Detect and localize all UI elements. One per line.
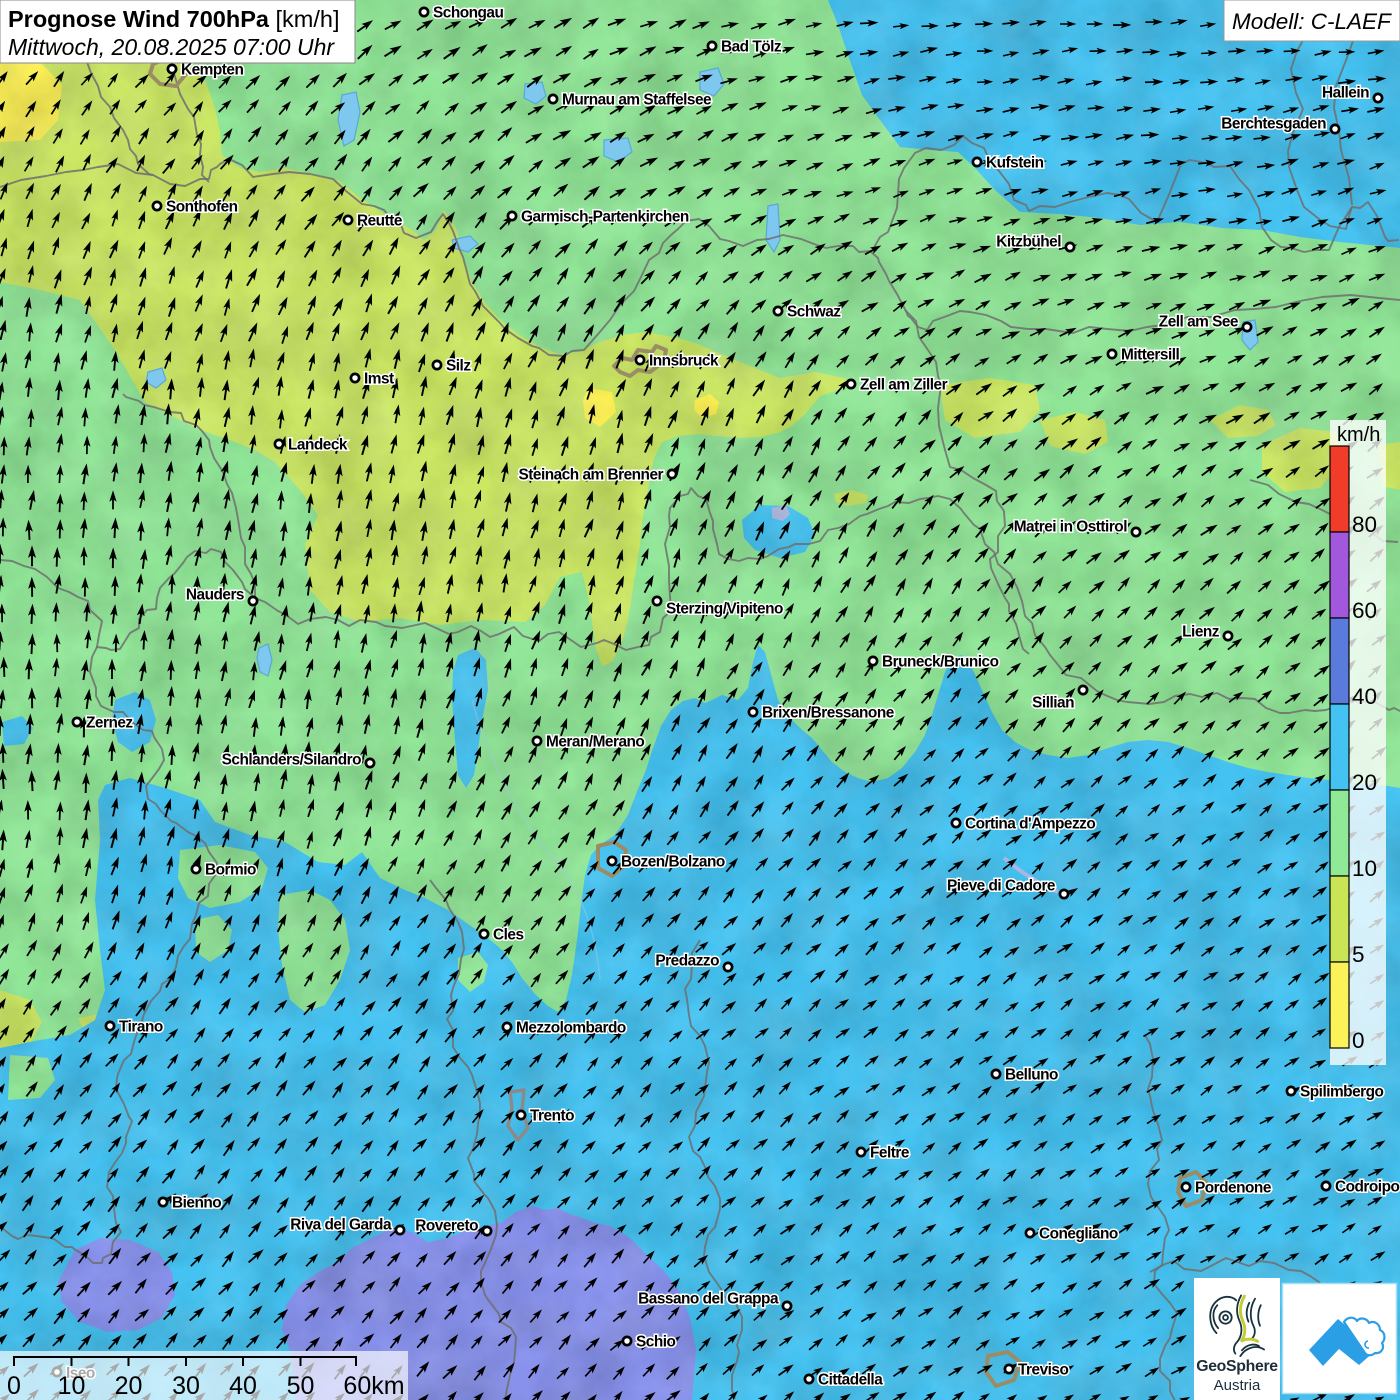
svg-text:Sonthofen: Sonthofen	[166, 199, 238, 216]
svg-text:Schwaz: Schwaz	[787, 304, 841, 321]
svg-text:Brixen/Bressanone: Brixen/Bressanone	[762, 705, 895, 722]
svg-text:Feltre: Feltre	[870, 1145, 910, 1162]
svg-text:Hallein: Hallein	[1322, 85, 1369, 102]
svg-text:Bormio: Bormio	[205, 862, 256, 879]
svg-text:Bienno: Bienno	[172, 1195, 221, 1212]
svg-text:Riva del Garda: Riva del Garda	[290, 1217, 392, 1234]
svg-text:Pieve di Cadore: Pieve di Cadore	[947, 878, 1056, 895]
svg-text:Bruneck/Brunico: Bruneck/Brunico	[882, 654, 999, 671]
svg-text:Schlanders/Silandro: Schlanders/Silandro	[222, 752, 361, 769]
svg-text:Berchtesgaden: Berchtesgaden	[1221, 116, 1326, 133]
svg-text:50: 50	[287, 1372, 315, 1400]
svg-text:Sillian: Sillian	[1032, 695, 1074, 712]
svg-text:Sterzing/Vipiteno: Sterzing/Vipiteno	[666, 601, 783, 618]
svg-text:Cles: Cles	[493, 927, 524, 944]
svg-text:80: 80	[1352, 512, 1377, 537]
svg-text:Mittersill: Mittersill	[1121, 347, 1180, 364]
svg-text:Landeck: Landeck	[288, 437, 348, 454]
svg-text:Kitzbühel: Kitzbühel	[996, 234, 1061, 251]
svg-text:Tirano: Tirano	[119, 1019, 163, 1036]
svg-text:Imst: Imst	[364, 371, 394, 388]
svg-text:20: 20	[1352, 770, 1377, 795]
svg-text:30: 30	[172, 1372, 200, 1400]
svg-text:Matrei in Osttirol: Matrei in Osttirol	[1014, 519, 1128, 536]
svg-text:Rovereto: Rovereto	[415, 1218, 478, 1235]
svg-text:Reutte: Reutte	[357, 213, 403, 230]
svg-text:Silz: Silz	[446, 358, 471, 375]
svg-text:20: 20	[115, 1372, 143, 1400]
svg-text:40: 40	[229, 1372, 257, 1400]
svg-text:0: 0	[1352, 1028, 1365, 1053]
svg-text:Schio: Schio	[636, 1334, 676, 1351]
svg-text:km/h: km/h	[1337, 424, 1380, 446]
svg-text:Garmisch-Partenkirchen: Garmisch-Partenkirchen	[521, 209, 689, 226]
svg-text:60: 60	[1352, 598, 1377, 623]
svg-text:Mezzolombardo: Mezzolombardo	[516, 1020, 626, 1037]
svg-text:Bad Tölz: Bad Tölz	[721, 39, 782, 56]
svg-text:Cittadella: Cittadella	[818, 1372, 883, 1389]
svg-text:Zernez: Zernez	[86, 715, 133, 732]
svg-text:Modell: C-LAEF: Modell: C-LAEF	[1232, 9, 1392, 34]
svg-text:Spilimbergo: Spilimbergo	[1300, 1084, 1384, 1101]
svg-text:Mittwoch, 20.08.2025 07:00 Uhr: Mittwoch, 20.08.2025 07:00 Uhr	[8, 34, 335, 60]
svg-text:Austria: Austria	[1214, 1377, 1261, 1394]
svg-text:5: 5	[1352, 942, 1365, 967]
svg-text:40: 40	[1352, 684, 1377, 709]
svg-text:Nauders: Nauders	[186, 587, 244, 604]
svg-text:Trento: Trento	[530, 1108, 574, 1125]
svg-text:Murnau am Staffelsee: Murnau am Staffelsee	[562, 92, 712, 109]
svg-text:0: 0	[7, 1372, 21, 1400]
svg-text:Conegliano: Conegliano	[1039, 1226, 1118, 1243]
svg-text:Zell am Ziller: Zell am Ziller	[860, 377, 948, 394]
svg-text:10: 10	[1352, 856, 1377, 881]
svg-text:10: 10	[58, 1372, 86, 1400]
svg-text:Kufstein: Kufstein	[986, 155, 1044, 172]
svg-text:GeoSphere: GeoSphere	[1196, 1358, 1278, 1375]
svg-text:Lienz: Lienz	[1182, 624, 1220, 641]
svg-text:60km: 60km	[343, 1372, 404, 1400]
svg-text:Prognose Wind 700hPa [km/h]: Prognose Wind 700hPa [km/h]	[8, 6, 339, 32]
svg-text:Steinach am Brenner: Steinach am Brenner	[519, 467, 664, 484]
svg-text:Pordenone: Pordenone	[1195, 1180, 1272, 1197]
svg-text:Bozen/Bolzano: Bozen/Bolzano	[621, 854, 725, 871]
svg-text:Codroipo: Codroipo	[1335, 1179, 1399, 1196]
svg-text:Kempten: Kempten	[181, 62, 243, 79]
svg-text:Innsbruck: Innsbruck	[649, 353, 719, 370]
svg-text:Cortina d'Ampezzo: Cortina d'Ampezzo	[965, 816, 1095, 833]
svg-text:Predazzo: Predazzo	[655, 953, 719, 970]
svg-text:Meran/Merano: Meran/Merano	[546, 734, 644, 751]
svg-text:Zell am See: Zell am See	[1159, 314, 1239, 331]
svg-text:Treviso: Treviso	[1018, 1362, 1068, 1379]
svg-text:Schongau: Schongau	[433, 5, 503, 22]
svg-text:Bassano del Grappa: Bassano del Grappa	[638, 1291, 779, 1308]
svg-text:Belluno: Belluno	[1005, 1067, 1058, 1084]
